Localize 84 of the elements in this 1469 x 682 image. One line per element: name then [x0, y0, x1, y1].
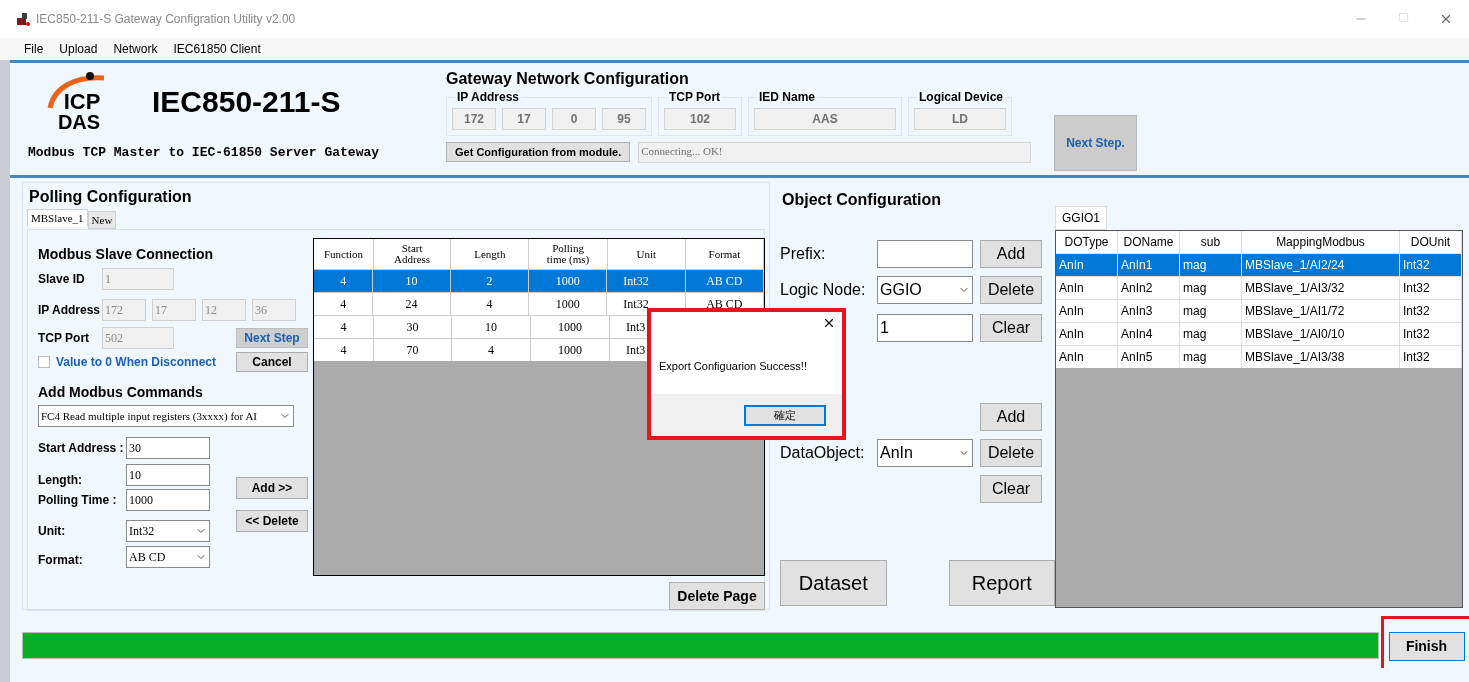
- function-dropdown[interactable]: FC4 Read multiple input registers (3xxxx) for AI: [38, 405, 294, 427]
- field-label: Length:: [38, 472, 83, 489]
- field-label: Start Address :: [38, 440, 125, 457]
- table-row[interactable]: AnIn AnIn5 mag MBSlave_1/AI3/38 Int32: [1056, 345, 1462, 368]
- table-row[interactable]: AnIn AnIn2 mag MBSlave_1/AI3/32 Int32: [1056, 276, 1462, 299]
- close-icon[interactable]: [822, 316, 836, 330]
- add-button[interactable]: Add: [980, 240, 1042, 268]
- window-title: IEC850-211-S Gateway Configration Utility v2.00: [36, 11, 296, 28]
- product-title: IEC850-211-S: [152, 83, 341, 120]
- table-row[interactable]: AnIn AnIn3 mag MBSlave_1/AI1/72 Int32: [1056, 299, 1462, 322]
- field-label: DataObject:: [780, 443, 866, 463]
- ok-button[interactable]: 確定: [744, 404, 826, 426]
- data-object-dropdown[interactable]: AnIn: [877, 439, 973, 467]
- finish-button[interactable]: Finish: [1388, 632, 1465, 661]
- tab[interactable]: New: [87, 211, 117, 229]
- table-row[interactable]: 4 24 4 1000 Int32 AB CD: [314, 292, 764, 315]
- port-field[interactable]: 102: [664, 108, 736, 130]
- ip-octet-field[interactable]: 172: [452, 108, 496, 130]
- add-button[interactable]: Add >>: [236, 477, 308, 499]
- checkbox[interactable]: [38, 356, 50, 368]
- delete-button[interactable]: << Delete: [236, 510, 308, 532]
- table-cell: 70: [374, 339, 452, 361]
- table-cell: Int32: [1400, 346, 1462, 368]
- field-label: Logic Node:: [780, 280, 867, 300]
- unit-dropdown[interactable]: Int32: [126, 520, 210, 542]
- polling-time-field[interactable]: 1000: [126, 489, 210, 511]
- company-logo: ICP DAS: [44, 70, 114, 132]
- table-cell: AnIn: [1056, 346, 1118, 368]
- group-label: Logical Device: [917, 89, 1006, 105]
- app-icon: [16, 12, 30, 26]
- field-label: Slave ID: [38, 271, 86, 288]
- status-field: Connecting... OK!: [638, 142, 1032, 163]
- logical-device-field[interactable]: LD: [914, 108, 1006, 130]
- report-button[interactable]: Report: [948, 560, 1055, 606]
- checkbox-label: Value to 0 When Disconnect: [56, 354, 217, 371]
- field-label: Polling Time :: [38, 492, 118, 509]
- table-cell: 4: [314, 339, 374, 361]
- table-cell: 1000: [531, 339, 610, 361]
- tab[interactable]: GGIO1: [1055, 206, 1107, 230]
- length-field[interactable]: 10: [126, 464, 210, 486]
- menu-item[interactable]: Upload: [59, 40, 98, 58]
- field-label: IP Address: [38, 302, 102, 319]
- ip-octet-field[interactable]: 95: [602, 108, 646, 130]
- subsection-title: Modbus Slave Connection: [38, 245, 214, 264]
- menu-item[interactable]: IEC61850 Client: [173, 40, 261, 58]
- instance-field[interactable]: 1: [877, 314, 973, 342]
- section-title: Polling Configuration: [29, 187, 193, 207]
- format-dropdown[interactable]: AB CD: [126, 546, 210, 568]
- ied-name-field[interactable]: AAS: [754, 108, 896, 130]
- add-button[interactable]: Add: [980, 403, 1042, 431]
- table-cell: mag: [1180, 346, 1242, 368]
- logic-node-dropdown[interactable]: GGIO: [877, 276, 973, 304]
- table-row[interactable]: AnIn AnIn4 mag MBSlave_1/AI0/10 Int32: [1056, 322, 1462, 345]
- get-configuration-button[interactable]: Get Configuration from module.: [446, 142, 631, 162]
- field-label: Format:: [38, 552, 84, 569]
- section-title: Object Configuration: [782, 190, 943, 210]
- delete-page-button[interactable]: Delete Page: [669, 582, 765, 610]
- clear-button[interactable]: Clear: [980, 475, 1042, 503]
- cancel-button[interactable]: Cancel: [236, 352, 308, 372]
- ip-octet-field[interactable]: 0: [552, 108, 596, 130]
- start-address-field[interactable]: 30: [126, 437, 210, 459]
- dataset-button[interactable]: Dataset: [780, 560, 887, 606]
- clear-button[interactable]: Clear: [980, 314, 1042, 342]
- field-label: Unit:: [38, 523, 67, 540]
- field-label: Prefix:: [780, 244, 827, 264]
- table-row[interactable]: 4 10 2 1000 Int32 AB CD: [314, 269, 764, 292]
- section-title: Gateway Network Configuration: [446, 69, 690, 89]
- ip-octet-field[interactable]: 17: [502, 108, 546, 130]
- dialog-message: Export Configuarion Success!!: [658, 359, 808, 374]
- table-row[interactable]: AnIn AnIn1 mag MBSlave_1/AI2/24 Int32: [1056, 253, 1462, 276]
- tab[interactable]: MBSlave_1: [27, 209, 88, 227]
- field-label: TCP Port: [38, 330, 91, 347]
- subsection-title: Add Modbus Commands: [38, 383, 204, 402]
- menu-item[interactable]: Network: [113, 40, 158, 58]
- next-step-button[interactable]: Next Step.: [1054, 115, 1137, 171]
- product-subtitle: Modbus TCP Master to IEC-61850 Server Gateway: [28, 144, 381, 162]
- table-cell: 4: [452, 339, 531, 361]
- prefix-field[interactable]: [877, 240, 973, 268]
- delete-button[interactable]: Delete: [980, 439, 1042, 467]
- table-cell: MBSlave_1/AI3/38: [1242, 346, 1400, 368]
- menu-item[interactable]: File: [24, 40, 44, 58]
- table-cell: AnIn5: [1118, 346, 1180, 368]
- delete-button[interactable]: Delete: [980, 276, 1042, 304]
- next-step-button[interactable]: Next Step: [236, 328, 308, 348]
